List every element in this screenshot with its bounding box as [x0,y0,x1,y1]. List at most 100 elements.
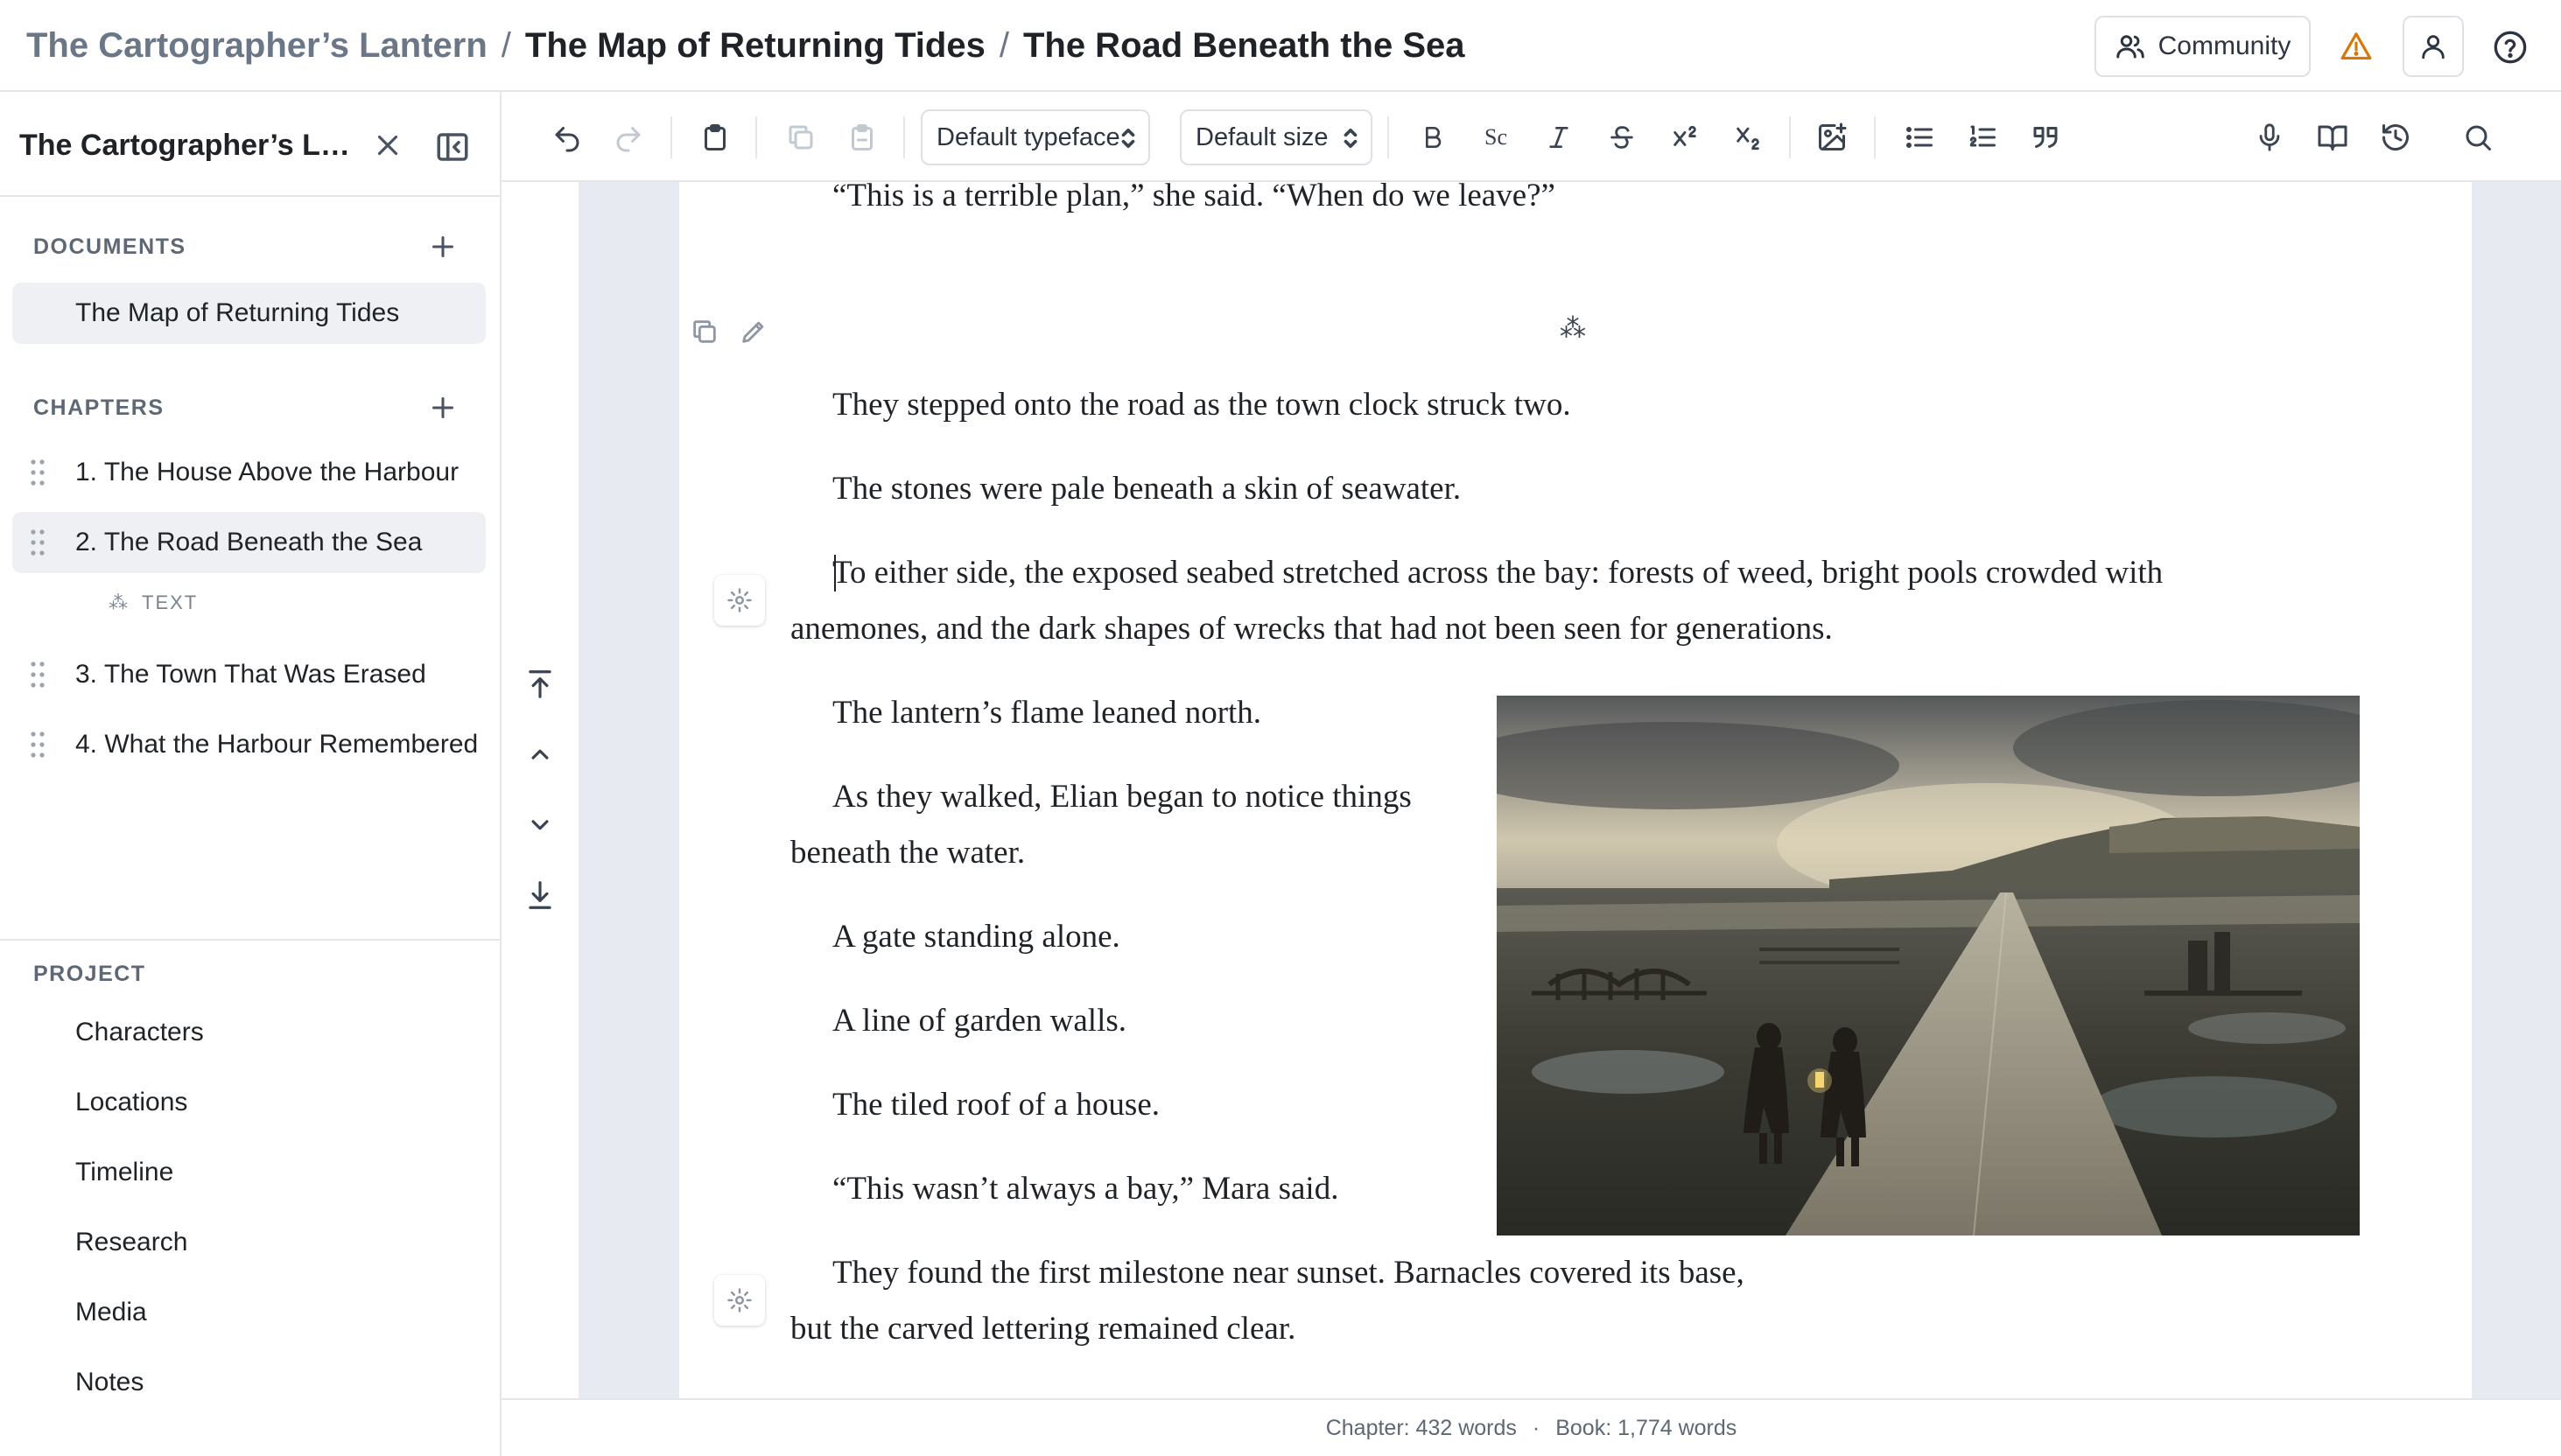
drag-handle-icon[interactable] [30,660,46,690]
warning-icon[interactable] [2333,26,2379,66]
redo-icon[interactable] [609,118,648,157]
project-item-notes[interactable]: Notes [75,1368,144,1397]
collapse-sidebar-icon[interactable] [434,129,471,165]
paragraph[interactable]: As they walked, Elian began to notice th… [790,769,1464,881]
insert-image-icon[interactable] [1813,118,1851,157]
breadcrumb-chapter: The Road Beneath the Sea [1022,26,1465,65]
italic-icon[interactable] [1540,118,1578,157]
paragraph[interactable]: A line of garden walls. [832,993,1480,1049]
scene-break: ⁂ [1560,314,1586,343]
history-icon[interactable] [2376,118,2415,157]
quote-icon[interactable] [2026,118,2065,157]
chapter-word-count: Chapter: 432 words [1325,1415,1517,1440]
bold-icon[interactable] [1414,118,1452,157]
document-item[interactable]: The Map of Returning Tides [12,283,486,344]
bullet-list-icon[interactable] [1900,118,1939,157]
account-button[interactable] [2403,16,2464,77]
typeface-select[interactable]: Default typeface [921,109,1150,165]
paragraph[interactable]: To either side, the exposed seabed stret… [790,545,2296,657]
editor-gutter [502,182,579,1398]
project-item-locations[interactable]: Locations [75,1088,187,1117]
project-item-research[interactable]: Research [75,1228,187,1257]
chapter-item-label: 4. What the Harbour Remembered [75,730,479,759]
breadcrumb-project[interactable]: The Cartographer’s Lantern [26,26,488,66]
breadcrumb: The Cartographer’s Lantern / The Map of … [26,0,1465,92]
paragraph[interactable]: They stepped onto the road as the town c… [832,377,2250,433]
community-button[interactable]: Community [2094,16,2311,77]
scroll-to-bottom-icon[interactable] [523,878,557,912]
text-caret [834,555,836,592]
scroll-to-top-icon[interactable] [523,668,557,701]
paragraph[interactable]: “This is a terrible plan,” she said. “Wh… [832,168,2250,224]
chapter-item[interactable]: 4. What the Harbour Remembered [12,714,486,775]
superscript-icon[interactable] [1666,118,1704,157]
toolbar-divider [1387,116,1389,158]
top-bar: The Cartographer’s Lantern / The Map of … [0,0,2561,92]
breadcrumb-separator: / [501,26,511,65]
status-separator: · [1532,1415,1540,1440]
chapter-item-label: 2. The Road Beneath the Sea [75,528,423,556]
paragraph[interactable]: A gate standing alone. [832,909,1480,965]
drag-handle-icon[interactable] [30,458,46,487]
sidebar: The Cartographer’s Lantern DOCUMENTS The… [0,92,502,1456]
toolbar-divider [1789,116,1791,158]
strikethrough-icon[interactable] [1603,118,1641,157]
gear-icon [726,1287,753,1313]
copy-block-icon[interactable] [690,317,719,346]
edit-block-icon[interactable] [739,317,768,346]
paste-icon[interactable] [843,118,881,157]
toolbar-divider [1874,116,1876,158]
numbered-list-icon[interactable] [1963,118,2002,157]
search-icon[interactable] [2459,118,2497,157]
help-icon[interactable] [2487,24,2533,70]
updown-chevron-icon [1341,125,1360,151]
close-icon[interactable] [371,129,404,162]
chapter-item[interactable]: 1. The House Above the Harbour [12,442,486,503]
paragraph[interactable]: “This wasn’t always a bay,” Mara said. [832,1161,1480,1217]
project-item-media[interactable]: Media [75,1298,147,1327]
chapter-text-subitem[interactable]: ⁂ TEXT [109,592,198,614]
chevron-up-icon[interactable] [523,738,557,772]
size-value: Default size [1196,122,1329,151]
asterism-icon: ⁂ [109,592,130,613]
chevron-down-icon[interactable] [523,808,557,841]
paragraph[interactable]: They found the first milestone near suns… [790,1245,1788,1357]
paragraph-settings-button[interactable] [714,575,765,626]
breadcrumb-separator: / [999,26,1009,65]
small-caps-label: Sc [1484,124,1507,150]
toolbar-divider [670,116,672,158]
user-icon [2418,32,2448,61]
toolbar-divider [903,116,905,158]
drag-handle-icon[interactable] [30,528,46,557]
paragraph[interactable]: The stones were pale beneath a skin of s… [832,461,2250,517]
size-select[interactable]: Default size [1180,109,1372,165]
sidebar-project-title: The Cartographer’s Lantern [19,129,362,162]
toolbar-divider [755,116,757,158]
paragraph-settings-button[interactable] [714,1275,765,1326]
chapters-section-label: CHAPTERS [33,396,165,420]
add-document-icon[interactable] [427,231,459,262]
add-chapter-icon[interactable] [427,392,459,424]
divider [0,939,500,941]
subscript-icon[interactable] [1729,118,1767,157]
chapter-item-label: 3. The Town That Was Erased [75,660,426,689]
clipboard-icon[interactable] [696,118,734,157]
undo-icon[interactable] [548,118,586,157]
typeface-value: Default typeface [937,122,1120,151]
microphone-icon[interactable] [2250,118,2289,157]
project-item-timeline[interactable]: Timeline [75,1158,173,1187]
paragraph[interactable]: The tiled roof of a house. [832,1077,1480,1133]
small-caps-icon[interactable]: Sc [1477,118,1515,157]
drag-handle-icon[interactable] [30,730,46,760]
divider [0,195,500,197]
breadcrumb-document[interactable]: The Map of Returning Tides [525,26,986,66]
paragraph[interactable]: The lantern’s flame leaned north. [832,685,1480,741]
chapter-item[interactable]: 3. The Town That Was Erased [12,644,486,705]
copy-icon[interactable] [782,118,820,157]
project-item-characters[interactable]: Characters [75,1018,204,1047]
book-word-count: Book: 1,774 words [1555,1415,1737,1440]
book-icon[interactable] [2313,118,2352,157]
story-illustration[interactable] [1497,696,2360,1236]
document-item-label: The Map of Returning Tides [75,298,400,327]
chapter-item-active[interactable]: 2. The Road Beneath the Sea [12,512,486,573]
